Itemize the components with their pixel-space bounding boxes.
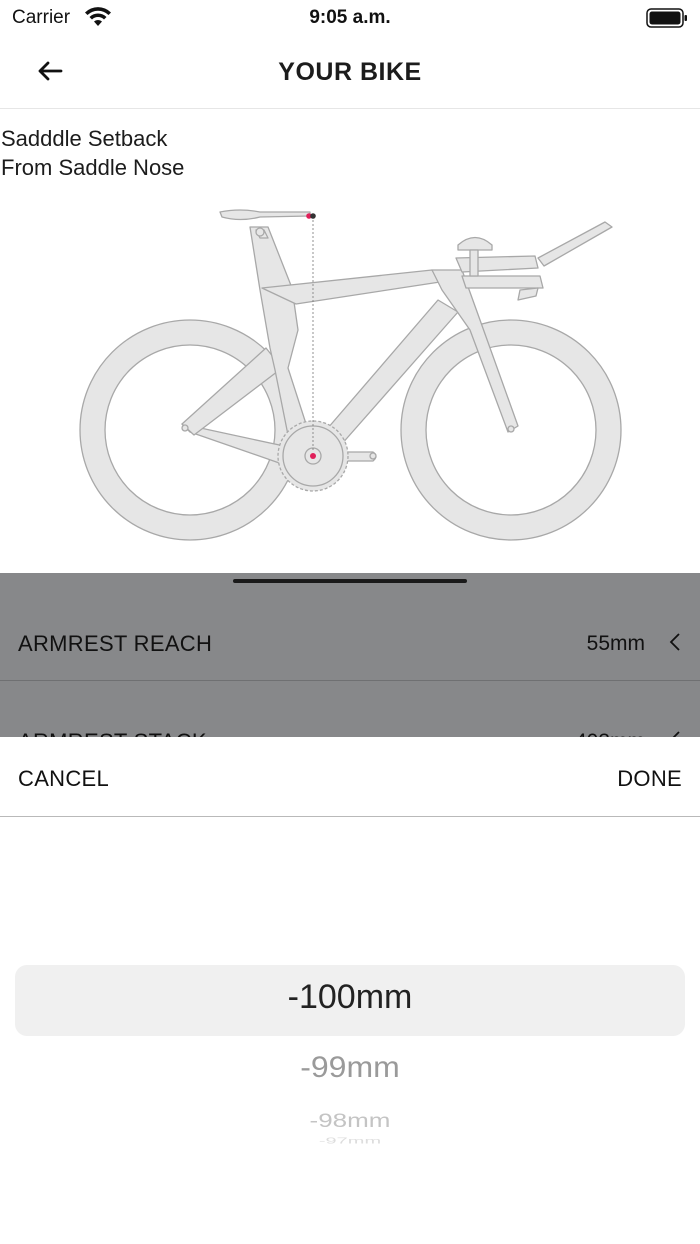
settings-sheet: ARMREST REACH 55mm ARMREST STACK 403mm <box>0 573 700 737</box>
measurement-subtitle: From Saddle Nose <box>1 155 185 180</box>
settings-row-armrest-stack[interactable]: ARMREST STACK 403mm <box>0 681 700 737</box>
picker-toolbar: CANCEL DONE <box>0 737 700 817</box>
chevron-left-icon <box>669 730 681 737</box>
bottom-bracket-marker <box>310 453 316 459</box>
value-picker-panel: CANCEL DONE -100mm -99mm -98mm -97mm <box>0 737 700 1244</box>
row-value: 403mm <box>575 730 645 737</box>
value-picker-wheel[interactable]: -100mm -99mm -98mm -97mm <box>0 818 700 1158</box>
status-bar: Carrier 9:05 a.m. <box>0 0 700 38</box>
page-title: YOUR BIKE <box>278 58 422 86</box>
row-label: ARMREST STACK <box>18 729 207 737</box>
done-button[interactable]: DONE <box>617 766 682 792</box>
chevron-left-icon <box>669 632 681 657</box>
bike-illustration <box>70 200 630 550</box>
picker-option[interactable]: -99mm <box>0 1050 700 1084</box>
navigation-bar: YOUR BIKE <box>0 38 700 109</box>
settings-row-armrest-reach[interactable]: ARMREST REACH 55mm <box>0 583 700 681</box>
picker-option-selected[interactable]: -100mm <box>0 978 700 1017</box>
cancel-button[interactable]: CANCEL <box>18 766 109 792</box>
picker-option[interactable]: -98mm <box>0 1109 700 1132</box>
measurement-label: Sadddle Setback From Saddle Nose <box>1 124 184 182</box>
measurement-title: Sadddle Setback <box>1 126 168 151</box>
row-label: ARMREST REACH <box>18 631 213 656</box>
status-time: 9:05 a.m. <box>309 7 391 28</box>
picker-option[interactable]: -97mm <box>0 1137 700 1146</box>
battery-icon <box>646 8 688 33</box>
row-value: 55mm <box>586 632 645 655</box>
